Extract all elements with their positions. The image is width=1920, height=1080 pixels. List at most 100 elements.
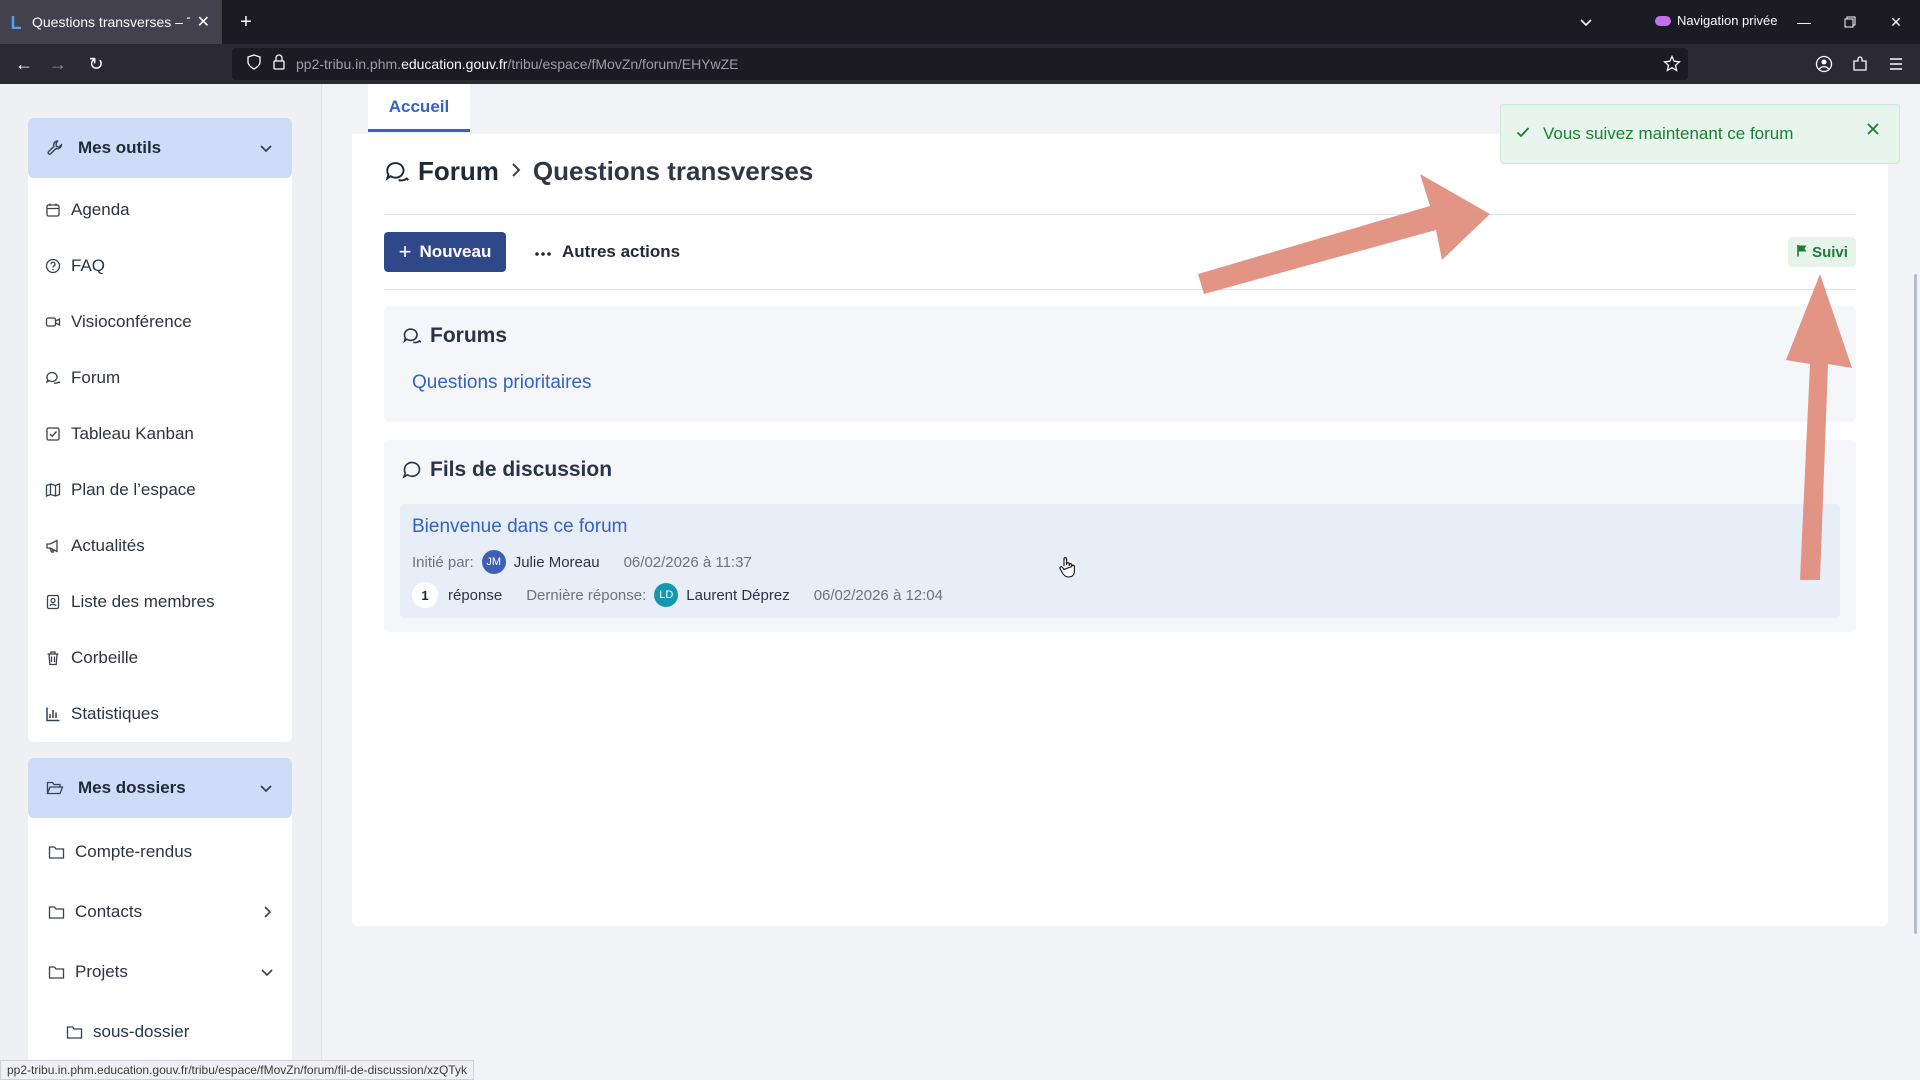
reply-count-badge: 1 <box>412 582 438 608</box>
new-button-label: Nouveau <box>419 242 492 261</box>
extensions-icon[interactable] <box>1848 52 1872 76</box>
sidebar-item-membres[interactable]: Liste des membres <box>28 574 292 630</box>
folder-item-compte-rendus[interactable]: Compte-rendus <box>28 822 292 882</box>
folder-item-sous-dossier[interactable]: sous-dossier <box>28 1002 292 1060</box>
close-window-icon[interactable]: ✕ <box>1884 10 1908 34</box>
folder-item-label: Contacts <box>75 902 143 921</box>
account-icon[interactable] <box>1812 52 1836 76</box>
tools-panel: Mes outils Agenda FAQ Visioconférence Fo… <box>28 118 292 742</box>
avatar: JM <box>481 550 506 574</box>
shield-icon[interactable] <box>246 53 262 75</box>
lock-icon[interactable] <box>272 53 286 75</box>
sidebar-item-actualites[interactable]: Actualités <box>28 518 292 574</box>
minimize-icon[interactable]: — <box>1792 10 1816 34</box>
bookmark-star-icon[interactable] <box>1660 52 1684 76</box>
tribu-favicon-icon <box>10 15 24 30</box>
sidebar-item-label: Liste des membres <box>71 592 215 611</box>
forums-card: Forums Questions prioritaires <box>384 306 1856 422</box>
reload-icon[interactable]: ↻ <box>84 52 108 76</box>
folder-item-contacts[interactable]: Contacts <box>28 882 292 942</box>
restore-icon[interactable] <box>1838 10 1862 34</box>
trash-icon <box>45 650 61 666</box>
forums-title: Forums <box>402 324 507 348</box>
sidebar-item-label: Plan de l’espace <box>71 480 196 499</box>
browser-tab[interactable]: Questions transverses – Tribu ✕ <box>0 0 222 44</box>
chat-bubbles-icon <box>45 370 61 386</box>
back-arrow-icon[interactable]: ← <box>12 52 36 76</box>
toast-message: Vous suivez maintenant ce forum <box>1543 124 1794 143</box>
tab-accueil[interactable]: Accueil <box>368 84 470 132</box>
tab-close-icon[interactable]: ✕ <box>197 12 210 32</box>
toast-close-icon[interactable] <box>1865 121 1881 142</box>
initiated-label: Initié par: <box>412 553 474 571</box>
folder-icon <box>66 1025 83 1040</box>
chevron-right-icon[interactable] <box>260 905 274 919</box>
follow-badge[interactable]: Suivi <box>1788 237 1856 267</box>
breadcrumb-separator-icon <box>509 159 523 185</box>
thread-title-link[interactable]: Bienvenue dans ce forum <box>412 516 627 538</box>
map-icon <box>45 482 61 498</box>
divider <box>384 214 1856 215</box>
page-scrollbar[interactable] <box>1914 274 1917 934</box>
sidebar-item-label: Agenda <box>71 200 130 219</box>
more-actions-label: Autres actions <box>562 242 681 261</box>
forward-arrow-icon[interactable]: → <box>46 52 70 76</box>
new-tab-icon[interactable]: + <box>234 10 258 34</box>
author-name[interactable]: Julie Moreau <box>514 554 600 571</box>
breadcrumb-root[interactable]: Forum <box>418 156 499 187</box>
sidebar-item-label: Forum <box>71 368 121 387</box>
sidebar-item-agenda[interactable]: Agenda <box>28 182 292 238</box>
folders-header[interactable]: Mes dossiers <box>28 758 292 818</box>
url-bar[interactable]: pp2-tribu.in.phm.education.gouv.fr/tribu… <box>232 48 1688 80</box>
thread-item[interactable]: Bienvenue dans ce forum Initié par: JM J… <box>400 504 1840 618</box>
chevron-down-icon[interactable] <box>260 965 274 979</box>
url-text[interactable]: pp2-tribu.in.phm.education.gouv.fr/tribu… <box>296 56 739 72</box>
divider <box>384 289 1856 290</box>
sidebar-item-plan[interactable]: Plan de l’espace <box>28 462 292 518</box>
folder-icon <box>48 965 65 980</box>
sidebar-item-visioconference[interactable]: Visioconférence <box>28 294 292 350</box>
tab-list-chevron-icon[interactable] <box>1578 14 1594 35</box>
chat-bubbles-icon <box>384 159 410 185</box>
last-reply-author[interactable]: Laurent Déprez <box>686 587 789 604</box>
forums-title-label: Forums <box>430 324 508 347</box>
more-actions-button[interactable]: Autres actions <box>534 232 680 272</box>
browser-tabbar: Questions transverses – Tribu ✕ + Naviga… <box>0 0 1920 44</box>
sidebar-item-label: Tableau Kanban <box>71 424 194 443</box>
browser-navbar: ← → ↻ pp2-tribu.in.phm.education.gouv.fr… <box>0 44 1920 84</box>
folder-item-label: sous-dossier <box>93 1022 190 1041</box>
threads-title: Fils de discussion <box>402 458 612 482</box>
wrench-icon <box>46 139 64 157</box>
sidebar-item-corbeille[interactable]: Corbeille <box>28 630 292 686</box>
sidebar-item-label: Visioconférence <box>71 312 192 331</box>
sidebar-item-forum[interactable]: Forum <box>28 350 292 406</box>
video-icon <box>45 314 61 330</box>
folder-icon <box>48 905 65 920</box>
reply-label: réponse <box>448 586 503 604</box>
calendar-icon <box>45 202 61 218</box>
created-date: 06/02/2026 à 11:37 <box>623 553 752 571</box>
folder-icon <box>48 845 65 860</box>
breadcrumb: Forum Questions transverses <box>384 156 813 187</box>
threads-title-label: Fils de discussion <box>430 458 613 481</box>
forum-link-questions-prioritaires[interactable]: Questions prioritaires <box>412 372 592 394</box>
sidebar-item-statistiques[interactable]: Statistiques <box>28 686 292 742</box>
new-button[interactable]: + Nouveau <box>384 232 506 272</box>
threads-card: Fils de discussion Bienvenue dans ce for… <box>384 440 1856 632</box>
tools-header[interactable]: Mes outils <box>28 118 292 178</box>
folder-item-label: Projets <box>75 962 128 981</box>
status-bar: pp2-tribu.in.phm.education.gouv.fr/tribu… <box>0 1060 474 1080</box>
sidebar-item-kanban[interactable]: Tableau Kanban <box>28 406 292 462</box>
folders-header-label: Mes dossiers <box>78 778 186 797</box>
ellipsis-icon <box>534 242 552 262</box>
folder-open-icon <box>46 780 64 796</box>
folder-item-projets[interactable]: Projets <box>28 942 292 1002</box>
url-path: /tribu/espace/fMovZn/forum/EHYwZE <box>507 56 739 72</box>
menu-hamburger-icon[interactable] <box>1884 52 1908 76</box>
chat-bubbles-icon <box>402 326 422 346</box>
plus-icon: + <box>398 239 412 264</box>
thread-meta-initiated: Initié par: JM Julie Moreau 06/02/2026 à… <box>412 550 752 574</box>
last-reply-label: Dernière réponse: <box>526 586 647 604</box>
sidebar-item-label: Statistiques <box>71 704 159 723</box>
sidebar-item-faq[interactable]: FAQ <box>28 238 292 294</box>
